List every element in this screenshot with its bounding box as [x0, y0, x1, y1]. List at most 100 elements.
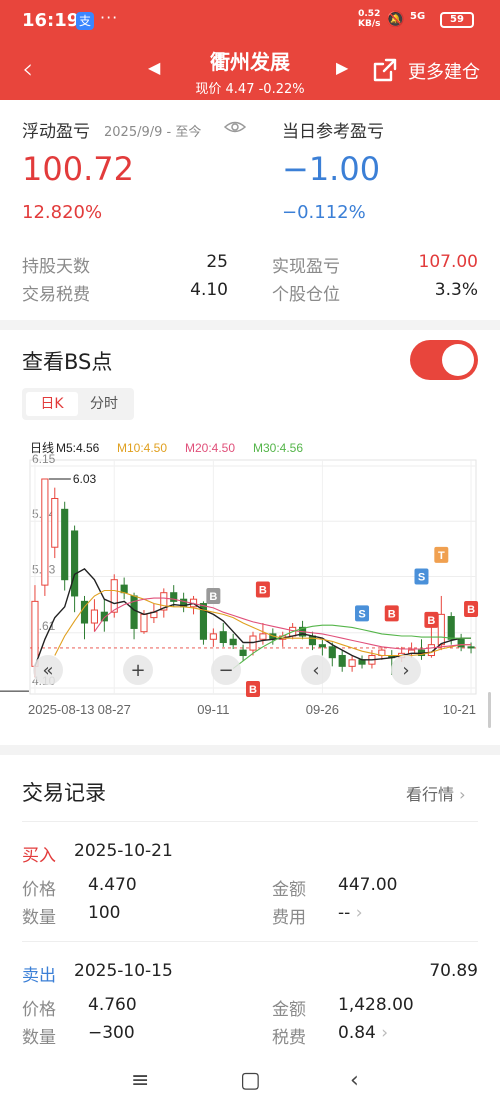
battery-icon: 59: [440, 12, 474, 28]
bs-title: 查看BS点: [22, 350, 113, 374]
bs-marker-label: B: [249, 684, 257, 696]
more-build-button[interactable]: 更多建仓: [408, 58, 480, 84]
more-notifications-icon: ···: [100, 8, 119, 27]
chart-control-icon[interactable]: ‹: [312, 660, 319, 681]
candle-body: [51, 497, 59, 548]
candle-body: [239, 649, 247, 657]
candle-body: [71, 530, 79, 597]
chart-control-icon[interactable]: +: [130, 660, 145, 681]
qty-label: 数量: [22, 908, 56, 928]
bs-section: 查看BS点 日K 分时 6.155.645.134.614.10日线M5:4.5…: [0, 330, 500, 745]
section-divider: [0, 320, 500, 330]
share-icon[interactable]: [372, 57, 398, 83]
x-tick-label: 2025-08-13: [28, 702, 95, 717]
tax-label: 税费: [272, 1028, 306, 1048]
app-header: ‹ ◀ 衢州发展 现价 4.47 -0.22% ▶ 更多建仓: [0, 40, 500, 100]
bs-marker-label: B: [388, 608, 396, 620]
position-ratio-label: 个股仓位: [272, 285, 340, 305]
float-pl-pct: 12.820%: [22, 202, 103, 223]
section-divider: [0, 745, 500, 755]
candle-body: [209, 633, 217, 640]
hold-days-label: 持股天数: [22, 257, 90, 277]
candle-body: [31, 600, 39, 667]
legend-item: 日线: [30, 441, 54, 455]
record-type: 卖出: [22, 966, 56, 986]
qty-value: 100: [88, 903, 121, 923]
amount-label: 金额: [272, 880, 306, 900]
view-market-link[interactable]: 看行情 ›: [406, 781, 466, 805]
bs-marker-label: B: [427, 615, 435, 627]
qty-value: −300: [88, 1023, 135, 1043]
next-stock-icon[interactable]: ▶: [336, 58, 348, 77]
chart-control-icon[interactable]: «: [42, 660, 53, 681]
bs-marker-label: T: [438, 550, 445, 562]
net-speed: 0.52 KB/s: [358, 9, 381, 29]
qty-label: 数量: [22, 1028, 56, 1048]
bs-marker-label: B: [259, 585, 267, 597]
candle-body: [110, 579, 118, 613]
chevron-right-icon: ›: [355, 903, 363, 923]
signal-icon: 5G: [410, 11, 426, 22]
home-icon[interactable]: ▢: [240, 1068, 261, 1093]
candle-body: [61, 508, 69, 581]
price-value: 4.470: [88, 875, 137, 895]
float-pl-date: 2025/9/9 - 至今: [104, 125, 202, 140]
hold-days-value: 25: [206, 252, 228, 272]
bs-marker-label: B: [467, 604, 475, 616]
tab-intraday[interactable]: 分时: [78, 392, 130, 416]
record-type: 买入: [22, 846, 56, 866]
legend-item: M5:4.56: [56, 441, 100, 455]
realized-pl-value: 107.00: [418, 252, 478, 272]
chevron-right-icon: ›: [459, 785, 466, 804]
back-nav-icon[interactable]: ‹: [350, 1068, 359, 1093]
divider: [22, 821, 478, 822]
candle-body: [120, 584, 128, 594]
x-tick-label: 09-11: [197, 702, 229, 717]
amount-label: 金额: [272, 1000, 306, 1020]
amount-value: 447.00: [338, 875, 398, 895]
candle-body: [219, 631, 227, 644]
tab-day-k[interactable]: 日K: [26, 392, 78, 416]
candle-body: [41, 478, 49, 586]
pl-summary: 浮动盈亏 2025/9/9 - 至今 当日参考盈亏 100.72 −1.00 1…: [0, 100, 500, 320]
kline-chart[interactable]: 6.155.645.134.614.10日线M5:4.56M10:4.50M20…: [0, 430, 500, 730]
x-tick-label: 09-26: [306, 702, 339, 717]
record-date: 2025-10-15: [74, 961, 173, 981]
daily-pl-pct: −0.112%: [282, 202, 366, 223]
bs-toggle[interactable]: [410, 340, 478, 380]
mute-bell-icon: 🔕: [386, 10, 405, 28]
bs-marker-label: S: [418, 572, 425, 584]
candle-body: [328, 646, 336, 659]
candle-body: [259, 633, 267, 640]
status-bar: 16:19 支 ··· 0.52 KB/s 🔕 5G 59: [0, 0, 500, 40]
fee-label: 费用: [272, 908, 306, 928]
menu-icon[interactable]: ≡: [131, 1068, 149, 1093]
candle-body: [338, 655, 346, 667]
candle-body: [318, 644, 326, 648]
top-bar: 16:19 支 ··· 0.52 KB/s 🔕 5G 59 ‹ ◀ 衢州发展 现价…: [0, 0, 500, 100]
x-tick-label: 10-21: [443, 702, 476, 717]
candle-body: [467, 646, 475, 649]
trade-records: 交易记录 看行情 › 买入 2025-10-21 价格 4.470 金额 447…: [0, 755, 500, 1055]
bs-marker-label: B: [209, 591, 217, 603]
fee-value[interactable]: -- ›: [338, 903, 363, 923]
chart-control-icon[interactable]: ›: [402, 660, 409, 681]
kline-chart-area[interactable]: 6.155.645.134.614.10日线M5:4.56M10:4.50M20…: [0, 430, 500, 730]
tax-fee-label: 交易税费: [22, 285, 90, 305]
high-label: 6.03: [73, 472, 97, 486]
x-tick-label: 08-27: [98, 702, 131, 717]
eye-icon[interactable]: [224, 118, 246, 136]
chart-control-icon[interactable]: −: [218, 660, 233, 681]
legend-item: M30:4.56: [253, 441, 303, 455]
records-title: 交易记录: [22, 781, 106, 805]
float-pl-label: 浮动盈亏: [22, 122, 90, 142]
candle-body: [437, 613, 445, 646]
candle-body: [348, 659, 356, 667]
amount-value: 1,428.00: [338, 995, 414, 1015]
daily-pl-value: −1.00: [282, 150, 381, 188]
chevron-right-icon: ›: [381, 1023, 389, 1043]
candle-body: [140, 613, 148, 633]
tax-value[interactable]: 0.84 ›: [338, 1023, 388, 1043]
tax-fee-value: 4.10: [190, 280, 228, 300]
record-date: 2025-10-21: [74, 841, 173, 861]
